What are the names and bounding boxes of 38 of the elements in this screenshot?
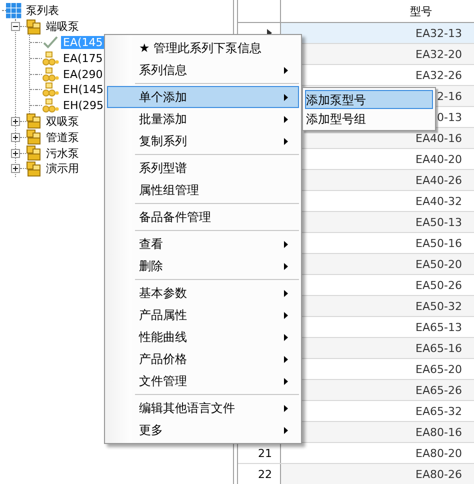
cubes-icon xyxy=(42,50,59,66)
tree-item[interactable]: 污水泵 xyxy=(44,146,81,160)
cubes-icon xyxy=(26,145,42,162)
check-icon xyxy=(42,34,59,50)
cubes-icon xyxy=(42,98,59,114)
row-number: 21 xyxy=(258,448,272,458)
cubes-icon xyxy=(26,160,42,177)
table-cell[interactable]: EA80-26 xyxy=(281,464,474,484)
tree-item[interactable]: 双吸泵 xyxy=(44,114,81,128)
menu-item[interactable]: 批量添加 xyxy=(107,108,299,130)
tree-item[interactable]: EH(145 xyxy=(61,83,106,96)
cubes-icon xyxy=(26,129,42,146)
tree-item[interactable]: 泵列表 xyxy=(24,4,61,18)
tree-item[interactable]: 管道泵 xyxy=(44,130,81,144)
menu-item[interactable]: 添加泵型号 xyxy=(305,90,433,109)
cubes-icon xyxy=(26,113,42,130)
row-number: 22 xyxy=(258,468,272,480)
column-header[interactable]: 型号 xyxy=(410,6,432,16)
tree-item[interactable]: 演示用 xyxy=(44,162,81,176)
expander-toggle[interactable] xyxy=(11,132,20,142)
tree-item[interactable]: EA(175 xyxy=(61,52,105,65)
menu-item[interactable]: 添加型号组 xyxy=(305,109,433,128)
expander-toggle[interactable] xyxy=(11,116,20,126)
cubes-icon xyxy=(42,82,59,98)
tree-item[interactable]: EH(295 xyxy=(61,99,106,112)
cubes-icon xyxy=(42,66,59,82)
table-cell[interactable]: EA80-20 xyxy=(281,443,474,463)
menu-item[interactable]: 单个添加 xyxy=(107,86,299,108)
menu-item[interactable]: 编辑其他语言文件 xyxy=(107,397,299,419)
expander-toggle[interactable] xyxy=(11,148,20,158)
menu-item[interactable]: 查看 xyxy=(107,233,299,255)
cubes-icon xyxy=(26,18,42,35)
grid-icon xyxy=(6,2,22,19)
tree-item[interactable]: 端吸泵 xyxy=(44,20,81,34)
table-cell[interactable]: EA32-13 xyxy=(281,23,474,43)
tree-item[interactable]: EA(290 xyxy=(61,68,105,81)
expander-toggle[interactable] xyxy=(11,22,20,32)
expander-toggle[interactable] xyxy=(11,164,20,174)
